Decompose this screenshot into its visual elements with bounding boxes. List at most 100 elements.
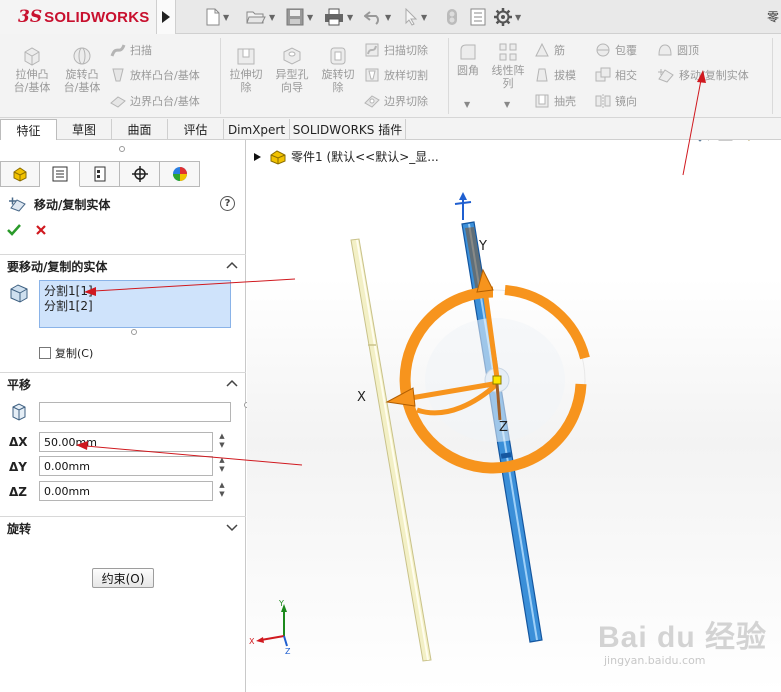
move-copy-bodies-label: 移动/复制实体 xyxy=(679,69,749,82)
rebuild-button[interactable] xyxy=(446,6,458,28)
command-tabs: 特征 草图 曲面 评估 DimXpert SOLIDWORKS 插件 xyxy=(0,118,781,141)
delta-x-spinner[interactable]: ▲ ▼ xyxy=(215,432,229,452)
extruded-cut-button[interactable]: 拉伸切 除 xyxy=(224,46,268,94)
panel-split-handle[interactable] xyxy=(119,146,125,152)
tab-features[interactable]: 特征 xyxy=(0,119,57,141)
bodies-selection-box[interactable]: 分割1[1] 分割1[2] xyxy=(39,280,231,328)
reference-entity-icon xyxy=(12,403,26,421)
color-wheel-icon xyxy=(172,167,187,181)
original-body-yellow[interactable] xyxy=(350,238,432,662)
intersect-button[interactable]: 相交 xyxy=(595,67,637,83)
lofted-cut-button[interactable]: 放样切割 xyxy=(364,67,428,83)
delta-z-spinner[interactable]: ▲ ▼ xyxy=(215,481,229,501)
revolved-boss-button[interactable]: 旋转凸 台/基体 xyxy=(58,46,106,94)
feature-manager-tab[interactable] xyxy=(0,161,40,187)
select-button[interactable]: ▼ xyxy=(404,6,427,28)
move-triad[interactable] xyxy=(385,192,597,474)
sweep-label: 扫描 xyxy=(130,44,152,57)
solid-body-icon xyxy=(10,284,28,303)
save-button[interactable]: ▼ xyxy=(286,6,313,28)
rotate-section-title: 旋转 xyxy=(7,522,32,536)
undo-icon xyxy=(364,11,379,25)
property-manager-tab[interactable] xyxy=(40,161,80,187)
document-title: 零 xyxy=(766,10,779,24)
copy-checkbox-row[interactable]: 复制(C) xyxy=(39,345,93,361)
rib-button[interactable]: 筋 xyxy=(534,42,565,58)
mirror-icon xyxy=(595,94,611,108)
intersect-label: 相交 xyxy=(615,69,637,82)
tab-dimxpert[interactable]: DimXpert xyxy=(224,119,290,140)
mirror-button[interactable]: 镜向 xyxy=(595,93,637,109)
configuration-manager-tab[interactable] xyxy=(80,161,120,187)
boundary-boss-button[interactable]: 边界凸台/基体 xyxy=(110,93,200,109)
dimxpert-manager-tab[interactable] xyxy=(120,161,160,187)
file-properties-button[interactable] xyxy=(470,6,486,28)
options-button[interactable]: ▼ xyxy=(494,6,521,28)
list-resize-handle[interactable] xyxy=(131,329,137,335)
display-manager-tab[interactable] xyxy=(160,161,200,187)
revolved-cut-label-2: 除 xyxy=(332,81,344,94)
undo-button[interactable]: ▼ xyxy=(364,6,391,28)
draft-button[interactable]: 拔模 xyxy=(534,67,576,83)
move-copy-bodies-button[interactable]: 移动/复制实体 xyxy=(657,67,749,83)
panel-tabs xyxy=(0,161,200,187)
rotate-section-header[interactable]: 旋转 xyxy=(0,516,246,540)
draft-icon xyxy=(536,68,548,82)
print-button[interactable]: ▼ xyxy=(324,6,353,28)
linear-pattern-button[interactable]: 线性阵 列 xyxy=(486,42,530,90)
delta-z-input[interactable]: 0.00mm xyxy=(39,481,213,501)
help-icon[interactable]: ? xyxy=(220,196,235,211)
hole-wizard-label-1: 异型孔 xyxy=(275,68,309,81)
list-item[interactable]: 分割1[2] xyxy=(44,299,226,314)
copy-checkbox[interactable] xyxy=(39,347,51,359)
boundary-cut-button[interactable]: 边界切除 xyxy=(364,93,428,109)
cancel-x-icon[interactable] xyxy=(34,222,48,238)
list-item[interactable]: 分割1[1] xyxy=(44,284,226,299)
triad-z-label: Z xyxy=(499,420,508,435)
tab-solidworks-addins[interactable]: SOLIDWORKS 插件 xyxy=(290,119,406,140)
mirror-label: 镜向 xyxy=(615,95,637,108)
intersect-icon xyxy=(595,67,611,82)
loft-boss-button[interactable]: 放样凸台/基体 xyxy=(110,67,200,83)
delta-y-input[interactable]: 0.00mm xyxy=(39,456,213,476)
file-properties-icon xyxy=(470,8,486,26)
graphics-area[interactable]: 零件1 (默认<<默认>_显... X Y Z Y X Z xyxy=(247,140,781,692)
fillet-dropdown[interactable]: ▼ xyxy=(464,100,470,109)
ok-checkmark-icon[interactable] xyxy=(6,222,22,238)
lofted-cut-icon xyxy=(365,68,379,82)
menu-expand-arrow[interactable] xyxy=(156,0,176,34)
solidworks-logo[interactable]: 3S SOLIDWORKS xyxy=(0,0,156,34)
configuration-icon xyxy=(94,166,105,182)
tab-surfaces[interactable]: 曲面 xyxy=(112,119,168,140)
revolved-cut-label-1: 旋转切 xyxy=(321,68,355,81)
swept-cut-button[interactable]: 扫描切除 xyxy=(364,42,428,58)
new-document-button[interactable]: ▼ xyxy=(206,6,229,28)
tab-evaluate[interactable]: 评估 xyxy=(168,119,224,140)
linear-pattern-dropdown[interactable]: ▼ xyxy=(504,100,510,109)
dome-button[interactable]: 圆顶 xyxy=(657,42,699,58)
delta-y-spinner[interactable]: ▲ ▼ xyxy=(215,456,229,476)
translate-reference-field[interactable] xyxy=(39,402,231,422)
bodies-section-header[interactable]: 要移动/复制的实体 xyxy=(0,254,246,278)
chevron-down-icon: ▼ xyxy=(269,12,276,22)
open-folder-icon xyxy=(246,11,266,24)
new-document-icon xyxy=(206,8,220,26)
boundary-cut-icon xyxy=(364,95,380,108)
translate-section-header[interactable]: 平移 xyxy=(0,372,246,396)
delta-x-input[interactable]: 50.00mm xyxy=(39,432,213,452)
extruded-boss-label-2: 台/基体 xyxy=(13,81,51,94)
extruded-boss-button[interactable]: 拉伸凸 台/基体 xyxy=(8,46,56,94)
tab-sketch[interactable]: 草图 xyxy=(57,119,112,140)
wrap-button[interactable]: 包覆 xyxy=(595,42,637,58)
tab-addins-label: SOLIDWORKS 插件 xyxy=(292,123,403,137)
shell-button[interactable]: 抽壳 xyxy=(534,93,576,109)
revolved-cut-button[interactable]: 旋转切 除 xyxy=(316,46,360,94)
constraints-button[interactable]: 约束(O) xyxy=(92,568,154,588)
move-copy-icon xyxy=(658,69,674,83)
traffic-light-icon xyxy=(447,9,457,25)
open-button[interactable]: ▼ xyxy=(246,6,275,28)
property-list-icon xyxy=(52,166,67,182)
fillet-button[interactable]: 圆角 xyxy=(452,42,484,77)
sweep-button[interactable]: 扫描 xyxy=(110,42,152,58)
hole-wizard-button[interactable]: 异型孔 向导 xyxy=(270,46,314,94)
